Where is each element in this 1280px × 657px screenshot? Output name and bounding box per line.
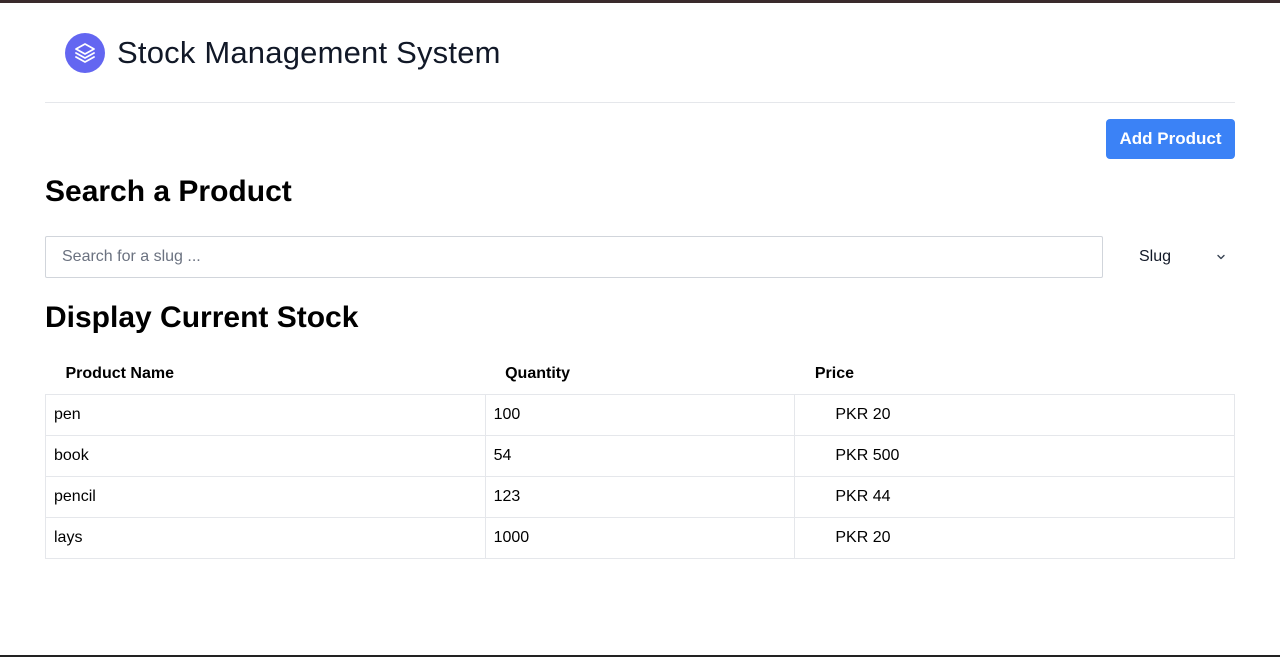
quantity-cell: 100 [484,393,796,436]
table-row: pencil 123 PKR 44 [45,475,1235,518]
search-filter-value: Slug [1139,248,1172,265]
table-header-row: Product Name Quantity Price [46,355,1235,394]
stock-table-container: Product Name Quantity Price pen 100 PKR … [45,355,1235,559]
column-header-quantity: Quantity [505,365,570,383]
product-name-cell: pencil [45,475,486,518]
search-filter-select[interactable]: Slug [1103,236,1235,278]
quantity-cell: 54 [484,434,796,477]
toolbar: Add Product [45,103,1235,163]
table-row: pen 100 PKR 20 [45,393,1235,436]
product-name-cell: pen [45,393,486,436]
column-header-price: Price [814,365,855,383]
table-row: lays 1000 PKR 20 [45,516,1235,559]
search-input[interactable] [45,236,1103,278]
price-cell: PKR 500 [794,434,1235,477]
quantity-cell: 123 [484,475,796,518]
price-cell: PKR 20 [794,393,1235,436]
column-header-product-name: Product Name [65,365,174,383]
app-header: Stock Management System [45,3,1235,103]
app-title: Stock Management System [117,34,501,70]
app-container: Stock Management System Add Product Sear… [45,3,1235,559]
stock-table: Product Name Quantity Price pen 100 PKR … [45,355,1235,559]
search-heading: Search a Product [45,175,292,208]
add-product-button[interactable]: Add Product [1106,119,1235,159]
stock-heading: Display Current Stock [45,301,359,334]
layers-icon [65,32,105,73]
chevron-down-icon [1217,254,1225,260]
quantity-cell: 1000 [484,516,796,559]
price-cell: PKR 20 [794,516,1235,559]
table-row: book 54 PKR 500 [45,434,1235,477]
price-cell: PKR 44 [794,475,1235,518]
product-name-cell: lays [45,516,486,559]
search-row: Slug [45,236,1235,278]
product-name-cell: book [45,434,486,477]
